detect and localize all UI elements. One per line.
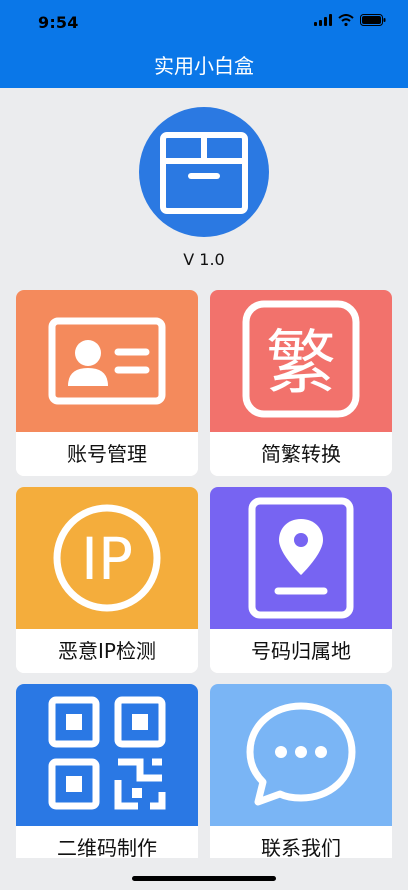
card-label: 账号管理 [16, 432, 198, 476]
card-qr-code[interactable]: 二维码制作 [16, 684, 198, 870]
card-contact-us[interactable]: 联系我们 [210, 684, 392, 870]
qr-code-icon [48, 696, 166, 810]
app-version: V 1.0 [183, 250, 225, 269]
card-chinese-conversion[interactable]: 繁 简繁转换 [210, 290, 392, 476]
page-title: 实用小白盒 [154, 54, 254, 78]
card-art [210, 684, 392, 826]
card-art [16, 290, 198, 432]
nav-bar: 实用小白盒 [0, 44, 408, 88]
battery-icon [360, 14, 386, 26]
traditional-char-icon: 繁 [242, 300, 360, 418]
card-label: 简繁转换 [210, 432, 392, 476]
bottom-safe-area [0, 858, 408, 890]
card-label: 号码归属地 [210, 629, 392, 673]
wifi-icon [338, 14, 354, 26]
status-time: 9:54 [38, 13, 79, 32]
card-label: 恶意IP检测 [16, 629, 198, 673]
card-art [16, 684, 198, 826]
location-book-icon [248, 497, 354, 619]
card-art [210, 487, 392, 629]
chat-bubble-icon [246, 702, 356, 806]
app-logo-box-icon [139, 107, 269, 237]
signal-icon [314, 14, 332, 26]
svg-text:繁: 繁 [266, 322, 336, 404]
card-art: 繁 [210, 290, 392, 432]
ip-icon: IP [53, 504, 161, 612]
home-indicator[interactable] [132, 876, 276, 881]
status-bar: 9:54 [0, 0, 408, 44]
card-malicious-ip[interactable]: IP 恶意IP检测 [16, 487, 198, 673]
svg-text:IP: IP [81, 525, 133, 593]
card-art: IP [16, 487, 198, 629]
card-number-location[interactable]: 号码归属地 [210, 487, 392, 673]
id-card-icon [48, 317, 166, 405]
card-account-management[interactable]: 账号管理 [16, 290, 198, 476]
status-icons [314, 14, 386, 26]
